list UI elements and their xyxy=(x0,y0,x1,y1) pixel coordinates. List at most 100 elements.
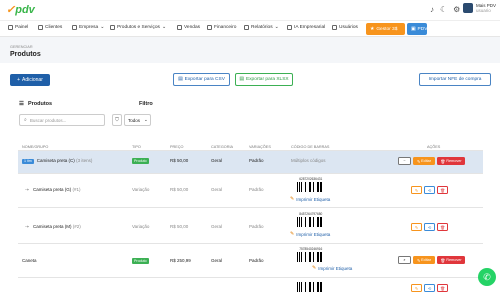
divider xyxy=(18,207,483,208)
row-variations: Padrão xyxy=(249,158,264,163)
delete-button[interactable]: 🗑 Remover xyxy=(437,157,465,165)
edit-button[interactable]: ✎ xyxy=(411,223,422,231)
th-barcode: CÓDIGO DE BARRAS xyxy=(291,145,330,149)
row-name: 1 itm Camiseta preta (C) (3 itens) xyxy=(22,158,93,164)
row-category: Geral xyxy=(211,187,223,192)
chevron-down-icon: ⌄ xyxy=(144,117,148,122)
barcode: 6287202636431 xyxy=(297,177,325,192)
nav-painel[interactable]: Painel xyxy=(8,25,28,30)
app-logo[interactable]: ✓pdv xyxy=(6,3,35,16)
box-icon xyxy=(110,25,115,30)
search-input[interactable]: ⌕ Buscar produtos... xyxy=(19,114,105,126)
delete-button[interactable]: 🗑 xyxy=(437,284,448,292)
row-variations: Padrão xyxy=(249,187,264,192)
products-section-title: ☰ Produtos xyxy=(19,101,53,107)
nav-relatorios[interactable]: Relatórios ⌄ xyxy=(244,25,279,30)
avatar xyxy=(463,3,473,13)
th-price: PREÇO xyxy=(170,145,184,149)
nav-empresa[interactable]: Empresa ⌄ xyxy=(72,25,104,30)
nav-financeiro[interactable]: Financeiro xyxy=(207,25,236,30)
barcode-bar xyxy=(323,216,325,227)
chevron-down-icon: ⌄ xyxy=(274,25,279,30)
edit-button[interactable]: ✎ xyxy=(411,186,422,194)
file-icon: ▤ xyxy=(239,77,244,82)
row-type: Variação xyxy=(132,187,150,192)
barcode-bars xyxy=(297,216,325,227)
whatsapp-icon: ✆ xyxy=(483,271,491,282)
items-badge: 1 itm xyxy=(22,158,34,164)
search-placeholder: Buscar produtos... xyxy=(29,117,67,123)
link-button[interactable]: ⟲ xyxy=(424,223,435,231)
edit-button[interactable]: ✎ xyxy=(411,284,422,292)
edit-button[interactable]: ✎ Editar xyxy=(413,157,435,165)
link-button[interactable]: ⟲ xyxy=(424,284,435,292)
user-menu[interactable]: Mais PDV usuario xyxy=(463,3,496,13)
pencil-icon: ✎ xyxy=(416,258,421,263)
row-type: Variação xyxy=(132,224,150,229)
header-icons: ♪ ☾ ⚙ xyxy=(430,5,460,14)
th-name: NOME/GRUPO xyxy=(22,145,49,149)
tag-icon: ✎ xyxy=(312,265,317,271)
view-button[interactable]: ⌕ xyxy=(398,256,411,264)
type-badge: Produto xyxy=(132,258,149,264)
pencil-icon: ✎ xyxy=(416,159,421,164)
notification-icon[interactable]: ♪ xyxy=(430,5,434,14)
monitor-icon: ▣ xyxy=(411,26,416,32)
nav-produtos[interactable]: Produtos e Serviços ⌄ xyxy=(110,25,166,30)
dark-mode-icon[interactable]: ☾ xyxy=(440,5,447,14)
row-name: Camiseta preta (G) (#1) xyxy=(33,187,81,192)
barcode-bars xyxy=(297,251,325,262)
user-icon xyxy=(332,25,337,30)
add-product-button[interactable]: + Adicionar xyxy=(10,74,50,86)
collapse-button[interactable]: − xyxy=(398,157,411,165)
edit-button[interactable]: ✎ Editar xyxy=(413,256,435,264)
plus-icon: + xyxy=(17,77,21,83)
print-label-link[interactable]: ✎ Imprimir Etiqueta xyxy=(290,231,330,237)
link-button[interactable]: ⟲ xyxy=(424,186,435,194)
child-arrow-icon: ⇢ xyxy=(25,187,29,192)
nav-usuarios[interactable]: Usuários xyxy=(332,25,358,30)
export-xlsx-button[interactable]: ▤ Exportar para XLSX xyxy=(235,73,293,86)
filter-icon[interactable]: ⛉ xyxy=(112,114,122,126)
file-icon: ▤ xyxy=(178,77,183,82)
row-category: Geral xyxy=(211,158,223,163)
star-icon: ★ xyxy=(370,26,375,32)
search-icon: ⌕ xyxy=(403,258,406,262)
trash-icon: 🗑 xyxy=(440,159,446,164)
import-nfe-button[interactable]: Importar NFE de compra xyxy=(419,73,491,86)
nav-ia[interactable]: IA Empresarial xyxy=(287,25,325,30)
print-label-link[interactable]: ✎ Imprimir Etiqueta xyxy=(290,196,330,202)
building-icon xyxy=(72,25,77,30)
whatsapp-button[interactable]: ✆ xyxy=(478,268,496,286)
row-actions: − ✎ Editar 🗑 Remover xyxy=(398,157,465,165)
nav-vendas[interactable]: Vendas xyxy=(177,25,200,30)
export-csv-button[interactable]: ▤ Exportar para CSV xyxy=(173,73,230,86)
main-nav: Painel Clientes Empresa ⌄ Produtos e Serv… xyxy=(0,20,500,37)
cart-icon xyxy=(177,25,182,30)
row-barcode-text: Múltiplos códigos xyxy=(291,158,326,163)
row-variations: Padrão xyxy=(249,224,264,229)
barcode-bar xyxy=(323,251,325,262)
row-price: R$ 50,00 xyxy=(170,224,189,229)
chevron-down-icon: ⌄ xyxy=(100,25,105,30)
row-price: R$ 250,99 xyxy=(170,258,191,263)
gestor-button[interactable]: ★ Gestor 3$ xyxy=(366,23,405,35)
delete-button[interactable]: 🗑 xyxy=(437,186,448,194)
report-icon xyxy=(244,25,249,30)
pdv-button[interactable]: ▣ PDV xyxy=(407,23,427,35)
settings-icon[interactable]: ⚙ xyxy=(453,5,460,14)
list-icon: ☰ xyxy=(19,101,24,107)
ai-icon xyxy=(287,25,292,30)
th-category: CATEGORIA xyxy=(211,145,234,149)
row-name: Camiseta preta (M) (#2) xyxy=(33,224,81,229)
user-sub: usuario xyxy=(476,8,491,13)
barcode-bars xyxy=(297,181,325,192)
nav-clientes[interactable]: Clientes xyxy=(38,25,62,30)
divider xyxy=(18,243,483,244)
barcode xyxy=(297,282,325,292)
delete-button[interactable]: 🗑 Remover xyxy=(437,256,465,264)
filter-select[interactable]: Todos ⌄ xyxy=(124,114,151,126)
delete-button[interactable]: 🗑 xyxy=(437,223,448,231)
print-label-link[interactable]: ✎ Imprimir Etiqueta xyxy=(312,265,352,271)
users-icon xyxy=(38,25,43,30)
